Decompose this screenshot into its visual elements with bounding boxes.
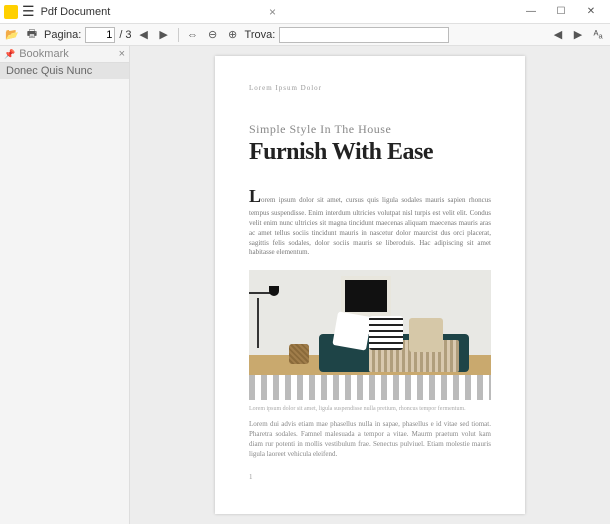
body-paragraph-1: Lorem ipsum dolor sit amet, cursus quis … [249, 184, 491, 258]
minimize-button[interactable]: — [516, 2, 546, 22]
match-case-icon[interactable]: ᴬₐ [590, 27, 606, 43]
main-area: 📌 Bookmark × Donec Quis Nunc Lorem Ipsum… [0, 46, 610, 524]
page-number: 1 [249, 473, 491, 481]
close-button[interactable]: ✕ [576, 2, 606, 22]
body1-text: orem ipsum dolor sit amet, cursus quis l… [249, 196, 491, 256]
find-next-icon[interactable]: ▶ [570, 27, 586, 43]
subheadline: Simple Style In The House [249, 122, 491, 137]
page-label: Pagina: [44, 29, 81, 41]
zoom-in-icon[interactable]: ⊕ [225, 27, 241, 43]
fit-width-icon[interactable]: ⇔ [185, 27, 201, 43]
menu-icon[interactable]: ☰ [22, 3, 35, 20]
print-icon[interactable]: 🖶 [24, 27, 40, 43]
page-viewer[interactable]: Lorem Ipsum Dolor Simple Style In The Ho… [130, 46, 610, 524]
page-input[interactable] [85, 27, 115, 43]
page-total: / 3 [119, 29, 131, 41]
sidebar: 📌 Bookmark × Donec Quis Nunc [0, 46, 130, 524]
dropcap: L [249, 186, 261, 206]
find-label: Trova: [245, 29, 276, 41]
pdf-page: Lorem Ipsum Dolor Simple Style In The Ho… [215, 56, 525, 514]
titlebar: ☰ Pdf Document × — ☐ ✕ [0, 0, 610, 24]
sidebar-title: Bookmark [19, 48, 69, 60]
headline: Furnish With Ease [249, 139, 491, 166]
pin-icon[interactable]: 📌 [4, 49, 15, 60]
window-title: Pdf Document [41, 6, 111, 18]
toolbar: 📂 🖶 Pagina: / 3 ◀ ▶ ⇔ ⊖ ⊕ Trova: ◀ ▶ ᴬₐ [0, 24, 610, 46]
body-paragraph-2: Lorem dui advis etiam mae phasellus null… [249, 420, 491, 459]
find-input[interactable] [279, 27, 449, 43]
zoom-out-icon[interactable]: ⊖ [205, 27, 221, 43]
find-prev-icon[interactable]: ◀ [550, 27, 566, 43]
separator [178, 28, 179, 42]
article-photo [249, 270, 491, 400]
next-page-icon[interactable]: ▶ [156, 27, 172, 43]
eyebrow-text: Lorem Ipsum Dolor [249, 84, 491, 92]
tab-close-icon[interactable]: × [269, 5, 276, 19]
open-icon[interactable]: 📂 [4, 27, 20, 43]
prev-page-icon[interactable]: ◀ [136, 27, 152, 43]
sidebar-close-icon[interactable]: × [119, 48, 125, 60]
photo-caption: Lorem ipsum dolor sit amet, ligula suspe… [249, 406, 491, 412]
maximize-button[interactable]: ☐ [546, 2, 576, 22]
bookmark-item[interactable]: Donec Quis Nunc [0, 63, 129, 79]
sidebar-header: 📌 Bookmark × [0, 46, 129, 63]
app-icon [4, 5, 18, 19]
